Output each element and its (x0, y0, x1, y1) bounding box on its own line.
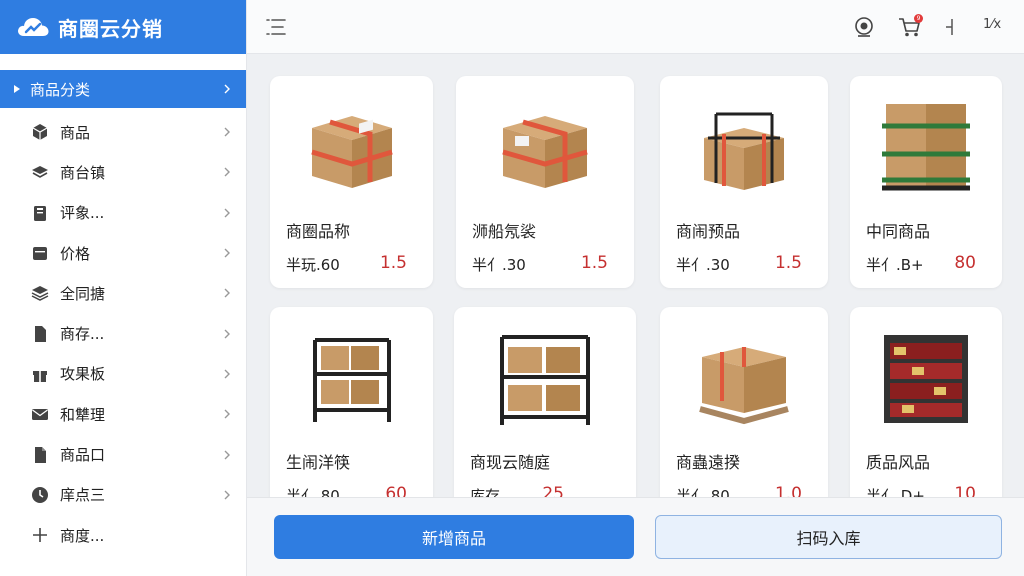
sidebar-item-label: 商台镇 (60, 163, 106, 182)
stack-icon (30, 283, 50, 303)
chevron-right-icon (224, 369, 230, 379)
product-card[interactable]: 中同商品 半⺅.B+ 80 (850, 76, 1002, 288)
app-title: 商圈云分销 (58, 16, 163, 41)
product-name: 商圈品称 (286, 222, 351, 241)
product-card[interactable]: 商现云随庭 库存 25 (454, 307, 636, 507)
fraction-text[interactable]: 1⁄x (983, 17, 1001, 32)
gift-icon (30, 364, 50, 384)
add-product-button[interactable]: 新增商品 (274, 515, 634, 559)
caret-right-icon (14, 85, 22, 93)
cloud-logo-icon (18, 18, 49, 36)
chevron-right-icon (224, 450, 230, 460)
sidebar-nav: 商品分类 商品 商台镇 评象... 价格 全同搪 商存... 攻果板 和犨理 商… (0, 54, 246, 555)
document-icon (30, 324, 50, 344)
scan-stock-button[interactable]: 扫码入库 (655, 515, 1002, 559)
sidebar-item-category[interactable]: 商品分类 (0, 70, 246, 108)
product-name: 商现云随庭 (470, 453, 551, 472)
topbar: 9 1⁄x (247, 0, 1024, 54)
product-card[interactable]: 浉船氖裟 半⺅.30 1.5 (456, 76, 634, 288)
box-cage-image (660, 88, 828, 208)
sidebar-item-8[interactable]: 和犨理 (0, 394, 246, 434)
sidebar-item-label: 商存... (60, 325, 105, 344)
sidebar-item-4[interactable]: 价格 (0, 233, 246, 273)
taped-box-image (456, 88, 634, 208)
chevron-right-icon (224, 167, 230, 177)
sidebar-item-7[interactable]: 攻果板 (0, 354, 246, 394)
chevron-right-icon (224, 329, 230, 339)
product-value: 1.5 (580, 253, 608, 273)
sidebar-item-label: 庠点三 (60, 486, 106, 505)
shelf-boxes-image (270, 319, 433, 439)
red-rack-image (850, 319, 1002, 439)
shelf-boxes-image (454, 319, 636, 439)
sidebar-item-label: 全同搪 (60, 284, 106, 303)
product-name: 浉船氖裟 (472, 222, 537, 241)
product-card[interactable]: 质品风品 半⺅.D+ 10 (850, 307, 1002, 507)
sidebar-item-11[interactable]: 商度... (0, 515, 246, 555)
sidebar-item-3[interactable]: 评象... (0, 193, 246, 233)
pallet-green-image (850, 88, 1002, 208)
chevron-right-icon (224, 288, 230, 298)
sidebar-item-product[interactable]: 商品 (0, 112, 246, 152)
product-name: 商蟲遠揆 (676, 453, 741, 472)
sidebar-item-5[interactable]: 全同搪 (0, 273, 246, 313)
support-icon[interactable] (851, 14, 877, 40)
layers-icon (30, 162, 50, 182)
plus-icon (30, 525, 50, 545)
menu-toggle-icon[interactable] (265, 17, 287, 37)
sidebar-item-label: 攻果板 (60, 365, 106, 384)
sidebar-item-label: 商品 (60, 123, 91, 142)
chevron-right-icon (224, 208, 230, 218)
brand-header[interactable]: 商圈云分销 (0, 0, 246, 54)
product-label: 半⺅.B+ (866, 256, 924, 274)
product-label: 半玩.60 (286, 256, 340, 274)
sidebar-item-9[interactable]: 商品口 (0, 434, 246, 474)
action-bar: 新增商品 扫码入库 (247, 497, 1024, 576)
sidebar: 商圈云分销 商品分类 商品 商台镇 评象... 价格 全同搪 商存... 攻果板… (0, 0, 247, 576)
product-name: 商闹预品 (676, 222, 741, 241)
chevron-right-icon (224, 127, 230, 137)
cart-badge: 9 (914, 14, 923, 23)
product-name: 中同商品 (866, 222, 931, 241)
divider-icon (937, 14, 963, 40)
chevron-right-icon (224, 409, 230, 419)
sidebar-item-6[interactable]: 商存... (0, 313, 246, 353)
product-card[interactable]: 商蟲遠揆 半⺅.80 1.0 (660, 307, 828, 507)
cart-icon[interactable]: 9 (897, 14, 923, 40)
sidebar-item-label: 价格 (60, 244, 91, 263)
chevron-right-icon (224, 84, 230, 94)
chevron-right-icon (224, 248, 230, 258)
calendar-icon (30, 243, 50, 263)
product-card[interactable]: 商圈品称 半玩.60 1.5 (270, 76, 433, 288)
sidebar-item-label: 和犨理 (60, 405, 106, 424)
product-card[interactable]: 商闹预品 半⺅.30 1.5 (660, 76, 828, 288)
product-value: 1.5 (774, 253, 802, 273)
clipboard-icon (30, 203, 50, 223)
chevron-right-icon (224, 490, 230, 500)
sidebar-item-10[interactable]: 庠点三 (0, 475, 246, 515)
sidebar-item-2[interactable]: 商台镇 (0, 152, 246, 192)
product-name: 生闹洋筷 (286, 453, 351, 472)
box-pallet-image (660, 319, 828, 439)
cube-icon (30, 122, 50, 142)
sidebar-item-label: 商品分类 (30, 80, 91, 99)
product-value: 1.5 (379, 253, 407, 273)
product-label: 半⺅.30 (676, 256, 730, 274)
product-label: 半⺅.30 (472, 256, 526, 274)
file-icon (30, 445, 50, 465)
sidebar-item-label: 商度... (60, 526, 105, 545)
product-value: 80 (954, 253, 976, 273)
sidebar-item-label: 评象... (60, 204, 105, 223)
sidebar-item-label: 商品口 (60, 446, 106, 465)
taped-box-image (270, 88, 433, 208)
product-card[interactable]: 生闹洋筷 半⺅.80 60 (270, 307, 433, 507)
product-name: 质品风品 (866, 453, 931, 472)
clock-icon (30, 485, 50, 505)
mail-icon (30, 404, 50, 424)
